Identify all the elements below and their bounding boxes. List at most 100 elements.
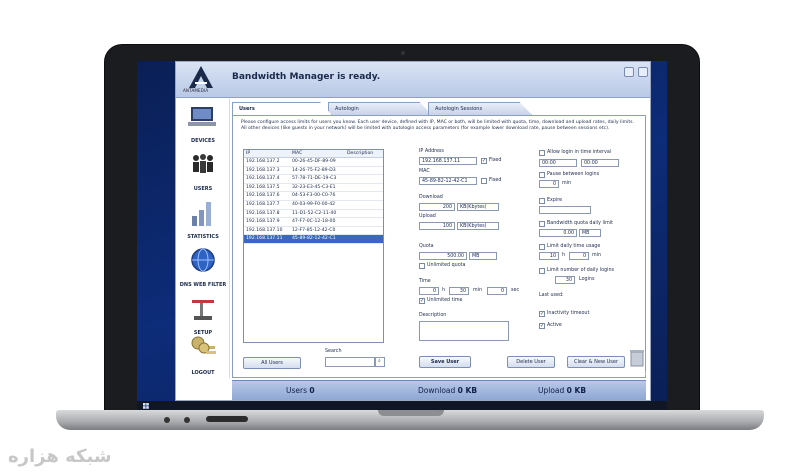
table-row[interactable]: 192.168.137.5 32-23-E3-45-C3-E1 [244,184,383,193]
search-input[interactable] [325,357,375,367]
upload-unit-select[interactable]: KB(Kbytes) [457,222,499,230]
sidebar-item-logout[interactable]: LOGOUT [178,334,228,382]
search-label: Search [325,349,342,354]
download-unit-select[interactable]: KB(Kbytes) [457,203,499,211]
cell-mac: 14-26-75-F2-89-D3 [292,167,336,173]
limit-daily-usage-checkbox[interactable] [539,244,545,250]
footer-download: Download 0 KB [418,386,477,395]
vent-slot [206,416,248,422]
table-row[interactable]: 192.168.137.8 11-D1-52-C2-11-40 [244,210,383,219]
recycle-bin[interactable]: Recycle Bin [625,349,649,379]
all-users-button[interactable]: All Users [243,357,301,369]
minimize-button[interactable] [624,67,634,77]
allow-to-field[interactable]: 00:00 [581,159,619,167]
cell-ip: 192.168.137.7 [246,201,280,207]
cell-mac: 57-78-71-DE-19-C3 [292,176,337,182]
allow-from-field[interactable]: 00:00 [539,159,577,167]
mac-field[interactable]: 45-89-82-12-42-C1 [419,177,477,185]
time-minutes-stepper[interactable]: 30 [449,287,469,295]
table-row[interactable]: 192.168.137.9 47-F7-0C-12-18-00 [244,218,383,227]
pause-stepper[interactable]: 0 [539,180,559,188]
bandwidth-quota-unit-select[interactable]: MB [579,229,601,237]
table-row[interactable]: 192.168.137.4 57-78-71-DE-19-C3 [244,175,383,184]
cell-description [345,227,383,235]
cell-ip: 192.168.137.8 [246,210,280,216]
expire-date-picker[interactable] [539,206,591,214]
bandwidth-quota-stepper[interactable]: 0.00 [539,229,577,237]
inactivity-timeout-label: Inactivity timeout [547,311,590,316]
footer-users: Users 0 [286,386,315,395]
cell-mac: 11-D1-52-C2-11-40 [292,210,337,216]
table-row[interactable]: 192.168.137.6 04-53-F3-00-C0-76 [244,192,383,201]
cell-description [345,184,383,192]
cell-description [345,175,383,183]
table-row[interactable]: 192.168.137.3 14-26-75-F2-89-D3 [244,167,383,176]
active-checkbox[interactable]: ✓ [539,323,545,329]
table-row[interactable]: 192.168.137.7 40-03-99-F0-00-42 [244,201,383,210]
time-seconds-stepper[interactable]: 0 [487,287,507,295]
sidebar-item-users[interactable]: USERS [178,150,228,198]
status-footer: Users 0 Download 0 KB Upload 0 KB [232,380,646,400]
limit-usage-hours-stepper[interactable]: 10 [539,252,559,260]
unlimited-quota-checkbox[interactable] [419,263,425,269]
clear-new-user-button[interactable]: Clear & New User [567,356,625,368]
table-row-selected[interactable]: 192.168.137.11 45-89-82-12-42-C1 [244,235,383,244]
tab-autologin-sessions[interactable]: Autologin Sessions [428,102,532,115]
laptop-lid: ANTAMEDIA Bandwidth Manager is ready. DE… [104,44,700,422]
table-row[interactable]: 192.168.137.2 00-26-45-DF-89-09 [244,158,383,167]
logo-text: ANTAMEDIA [183,88,209,93]
last-used-label: Last used: [539,293,564,298]
inactivity-timeout-checkbox[interactable]: ✓ [539,311,545,317]
users-table: IP MAC Description 192.168.137.2 00-26-45… [243,149,384,343]
unlimited-time-checkbox[interactable]: ✓ [419,298,425,304]
bandwidth-quota-checkbox[interactable] [539,221,545,227]
column-header-ip[interactable]: IP [244,150,290,157]
cell-ip: 192.168.137.6 [246,193,280,199]
users-icon [193,154,213,173]
description-field[interactable] [419,321,509,341]
footer-upload-label: Upload [538,386,565,395]
statistics-icon [192,202,211,226]
sidebar-item-dns-web-filter[interactable]: DNS WEB FILTER [178,246,228,294]
cell-ip: 192.168.137.4 [246,176,280,182]
cell-mac: 40-03-99-F0-00-42 [292,201,336,207]
upload-stepper[interactable]: 100 [419,222,455,230]
cell-description [345,192,383,200]
limit-usage-minutes-unit: min [592,253,602,258]
setup-icon [192,300,214,320]
limit-daily-usage-label: Limit daily time usage [547,244,601,249]
unlimited-quota-label: Unlimited quota [427,263,466,268]
sidebar-item-statistics[interactable]: STATISTICS [178,198,228,246]
limit-daily-logins-checkbox[interactable] [539,268,545,274]
windows-start-icon[interactable] [143,403,149,409]
sidebar-item-devices[interactable]: DEVICES [178,102,228,150]
footer-upload-value: 0 KB [566,386,587,395]
delete-user-button[interactable]: Delete User [507,356,555,368]
expire-checkbox[interactable] [539,198,545,204]
mac-label: MAC [419,169,430,174]
table-row[interactable]: 192.168.137.10 12-F7-85-12-42-C0 [244,227,383,236]
ip-fixed-checkbox[interactable]: ✓ [481,158,487,164]
close-button[interactable] [638,67,648,77]
quota-stepper[interactable]: 500.00 [419,252,467,260]
webcam [401,51,405,55]
save-user-button[interactable]: Save User [419,356,471,368]
search-icon[interactable]: ⌕ [375,357,385,367]
limit-logins-stepper[interactable]: 30 [555,276,575,284]
tab-autologin[interactable]: Autologin [328,102,432,115]
cell-mac: 45-89-82-12-42-C1 [292,236,336,242]
download-stepper[interactable]: 200 [419,203,455,211]
quota-unit-select[interactable]: MB [469,252,497,260]
minutes-unit-label: min [473,288,483,293]
allow-login-checkbox[interactable] [539,150,545,156]
footer-download-label: Download [418,386,456,395]
cell-description [345,201,383,209]
tab-users[interactable]: Users [232,102,332,115]
mac-fixed-checkbox[interactable] [481,178,487,184]
time-hours-stepper[interactable]: 0 [419,287,439,295]
ip-address-field[interactable]: 192.168.137.11 [419,157,477,165]
column-header-description[interactable]: Description [345,150,383,157]
pause-checkbox[interactable] [539,172,545,178]
limit-usage-minutes-stepper[interactable]: 0 [569,252,589,260]
column-header-mac[interactable]: MAC [290,150,345,157]
